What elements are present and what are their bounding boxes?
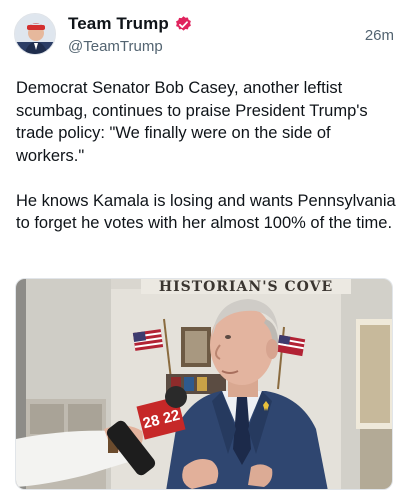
post-media-image[interactable]: HISTORIAN'S COVE 28 22	[15, 278, 393, 490]
author-block: Team Trump @TeamTrump	[68, 13, 193, 55]
post-paragraph: Democrat Senator Bob Casey, another left…	[16, 79, 368, 165]
avatar[interactable]	[14, 13, 56, 55]
interview-photo: HISTORIAN'S COVE 28 22	[16, 279, 392, 489]
room-sign: HISTORIAN'S COVE	[159, 279, 333, 295]
avatar-image	[15, 14, 55, 54]
author-handle[interactable]: @TeamTrump	[68, 38, 193, 55]
post-header: Team Trump @TeamTrump 26m	[14, 11, 395, 57]
post-timestamp[interactable]: 26m	[365, 27, 394, 44]
verified-badge-icon	[175, 15, 191, 31]
post-paragraph: He knows Kamala is losing and wants Penn…	[16, 191, 396, 233]
author-display-name[interactable]: Team Trump	[68, 14, 169, 34]
post-text: Democrat Senator Bob Casey, another left…	[16, 77, 396, 235]
